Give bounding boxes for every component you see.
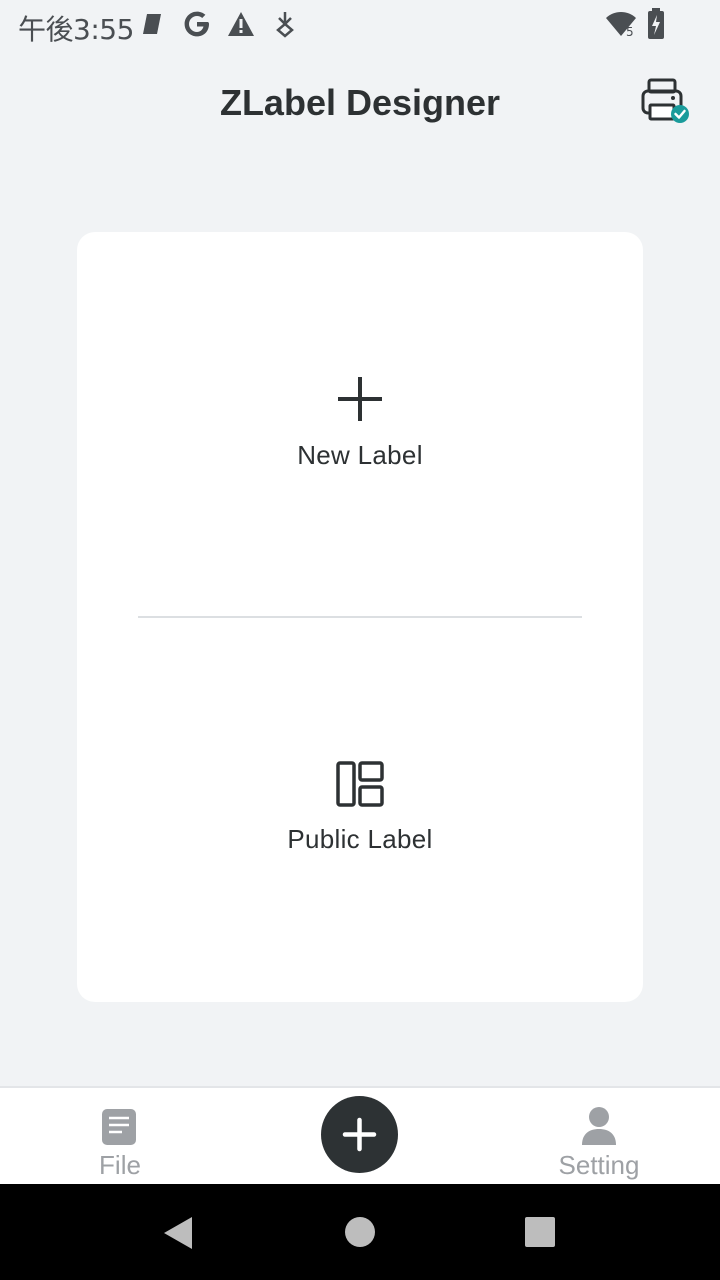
nav-file-label: File — [99, 1150, 141, 1180]
recents-icon[interactable] — [524, 1216, 556, 1253]
new-label-button[interactable]: New Label — [77, 272, 643, 612]
status-bar: 午後3:55 5 — [0, 0, 720, 52]
google-icon — [182, 9, 212, 44]
wifi-icon: 5 — [604, 10, 638, 43]
add-fab-button[interactable] — [321, 1096, 398, 1173]
app-bar: ZLabel Designer — [0, 52, 720, 156]
nav-file[interactable]: File — [40, 1088, 200, 1186]
file-icon — [100, 1108, 136, 1151]
public-label-text: Public Label — [287, 824, 433, 854]
user-icon — [581, 1106, 617, 1151]
new-label-text: New Label — [297, 440, 423, 470]
battery-charging-icon — [646, 8, 666, 45]
back-icon[interactable] — [162, 1216, 194, 1255]
public-label-button[interactable]: Public Label — [77, 652, 643, 992]
page-title: ZLabel Designer — [219, 82, 501, 123]
nav-setting[interactable]: Setting — [519, 1088, 679, 1186]
download-icon — [274, 10, 296, 43]
template-grid-icon — [335, 760, 385, 815]
card-divider — [138, 616, 582, 618]
status-time: 午後3:55 — [18, 13, 134, 46]
home-icon[interactable] — [344, 1216, 376, 1253]
printer-button[interactable] — [638, 78, 694, 128]
system-navigation-bar — [0, 1184, 720, 1280]
notification-icon — [140, 12, 164, 41]
printer-connected-icon — [638, 78, 694, 132]
svg-text:5: 5 — [626, 25, 634, 38]
alert-icon — [226, 10, 256, 43]
plus-icon — [335, 374, 385, 429]
label-options-card: New Label Public Label — [77, 232, 643, 1002]
nav-setting-label: Setting — [558, 1150, 640, 1180]
